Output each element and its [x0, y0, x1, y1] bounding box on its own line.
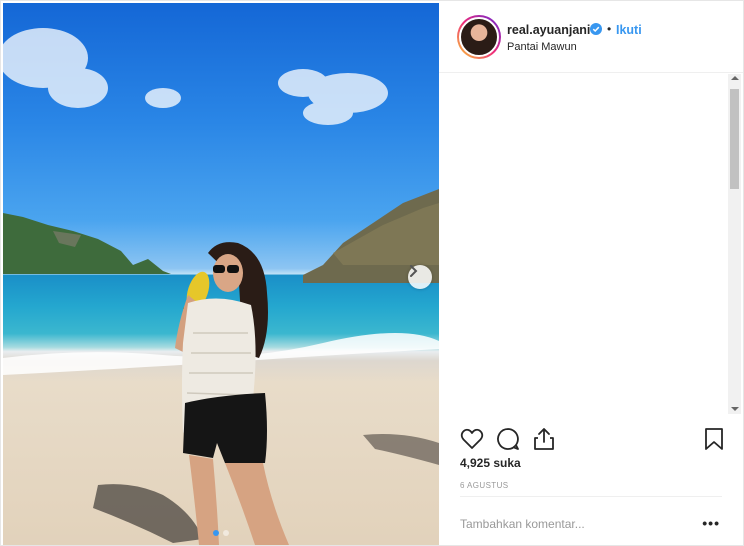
- share-icon[interactable]: [531, 426, 557, 452]
- verified-badge-icon: [590, 23, 602, 35]
- post-photo[interactable]: [3, 3, 439, 545]
- scroll-thumb[interactable]: [730, 89, 739, 189]
- beach-scene: [3, 28, 439, 545]
- speech-bubble-icon[interactable]: [495, 426, 521, 452]
- add-comment-section: •••: [460, 496, 722, 546]
- post-header: real.ayuanjani • Ikuti Pantai Mawun: [439, 3, 743, 73]
- carousel-indicator: [213, 530, 229, 536]
- post-actions: 4,925 suka 6 AGUSTUS •••: [439, 414, 743, 546]
- scroll-down-arrow-icon[interactable]: [731, 407, 739, 411]
- carousel-dot-active: [213, 530, 219, 536]
- person: [175, 242, 289, 545]
- chevron-right-icon: [410, 265, 418, 277]
- carousel-dot: [223, 530, 229, 536]
- post-date[interactable]: 6 AGUSTUS: [460, 481, 509, 490]
- avatar[interactable]: [457, 15, 501, 59]
- carousel-next-button[interactable]: [408, 265, 432, 289]
- separator-dot: •: [607, 22, 612, 36]
- location-link[interactable]: Pantai Mawun: [507, 41, 577, 53]
- post-dialog: real.ayuanjani • Ikuti Pantai Mawun 4,92…: [0, 0, 744, 546]
- avatar-image: [459, 17, 499, 57]
- more-options-icon[interactable]: •••: [702, 515, 720, 531]
- username-link[interactable]: real.ayuanjani: [507, 23, 590, 37]
- comments-scrollbar[interactable]: [728, 74, 741, 414]
- sand-shadow: [93, 484, 203, 543]
- clouds: [3, 28, 388, 125]
- follow-button[interactable]: Ikuti: [616, 23, 642, 37]
- heart-icon[interactable]: [459, 426, 485, 452]
- comment-input[interactable]: [460, 517, 680, 531]
- bookmark-icon[interactable]: [701, 426, 727, 452]
- left-hill: [3, 213, 171, 274]
- scroll-up-arrow-icon[interactable]: [731, 76, 739, 80]
- comments-area[interactable]: [439, 74, 743, 414]
- likes-count[interactable]: 4,925 suka: [460, 456, 521, 470]
- post-side-panel: real.ayuanjani • Ikuti Pantai Mawun 4,92…: [439, 3, 743, 545]
